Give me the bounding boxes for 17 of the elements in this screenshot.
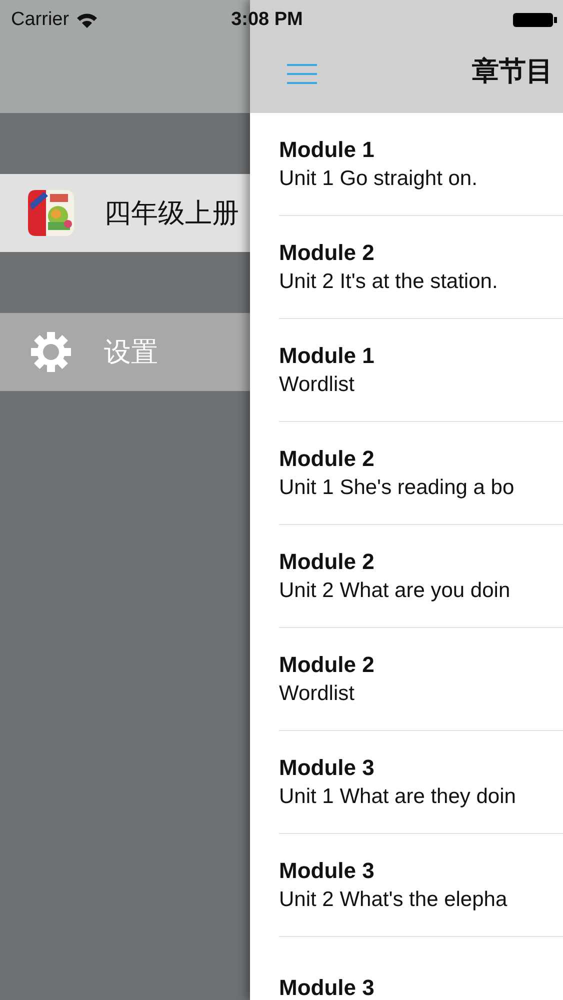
nav-title: 章节目 xyxy=(472,55,553,89)
battery-icon xyxy=(513,12,557,28)
status-time: 3:08 PM xyxy=(231,9,303,31)
chapter-row[interactable]: Module 2 Unit 2 What are you doin xyxy=(279,525,563,628)
chapter-row[interactable]: Module 3 xyxy=(279,937,563,1000)
wifi-icon xyxy=(77,12,98,28)
chapter-row[interactable]: Module 3 Unit 2 What's the elepha xyxy=(279,834,563,937)
chapter-row[interactable]: Module 2 Wordlist xyxy=(279,628,563,731)
book-cover-icon xyxy=(26,188,76,238)
drawer-item[interactable]: 四年级上册 xyxy=(0,174,250,252)
chapter-row[interactable]: Module 1 Unit 1 Go straight on. xyxy=(279,113,563,216)
chapter-row[interactable]: Module 2 Unit 2 It's at the station. xyxy=(279,216,563,319)
menu-icon[interactable] xyxy=(287,63,317,85)
chapter-row[interactable]: Module 1 Wordlist xyxy=(279,319,563,422)
carrier-label: Carrier xyxy=(11,9,70,31)
chapter-row[interactable]: Module 3 Unit 1 What are they doin xyxy=(279,731,563,834)
chapter-row[interactable]: Module 2 Unit 1 She's reading a bo xyxy=(279,422,563,525)
